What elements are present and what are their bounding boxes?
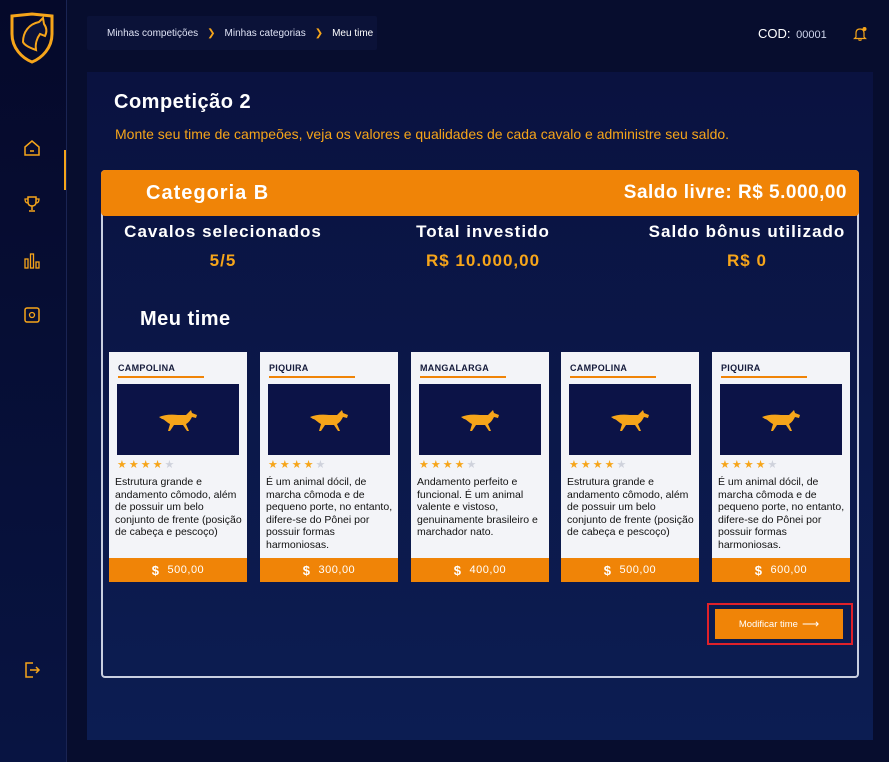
page-title: Competição 2 <box>114 91 252 113</box>
horse-description: É um animal dócil, de marcha cômoda e de… <box>266 476 393 551</box>
main-content: Competição 2 Monte seu time de campeões,… <box>87 72 873 740</box>
horse-breed: PIQUIRA <box>721 363 761 373</box>
horse-breed: PIQUIRA <box>269 363 309 373</box>
category-title: Categoria B <box>146 181 270 204</box>
modify-team-button[interactable]: Modificar time ⟶ <box>715 609 843 639</box>
horse-card[interactable]: PIQUIRA ★★★★★ É um animal dócil, de marc… <box>712 352 850 582</box>
price-currency: $ <box>603 562 612 578</box>
price-value: 500,00 <box>167 564 205 576</box>
price-currency: $ <box>453 562 462 578</box>
cod-value: 00001 <box>796 29 827 41</box>
bell-icon[interactable] <box>852 26 868 42</box>
stat-cavalos-selecionados: Cavalos selecionados 5/5 <box>113 222 333 271</box>
horse-breed: CAMPOLINA <box>570 363 628 373</box>
horse-card[interactable]: CAMPOLINA ★★★★★ Estrutura grande e andam… <box>561 352 699 582</box>
breadcrumb-item-competicoes[interactable]: Minhas competições <box>107 28 198 39</box>
breed-underline <box>269 376 355 378</box>
stat-value: R$ 10.000,00 <box>425 251 541 270</box>
stat-value: R$ 0 <box>727 251 767 270</box>
breadcrumb-item-current: Meu time <box>332 27 374 39</box>
horse-price: $ 400,00 <box>411 558 549 582</box>
horse-breed: CAMPOLINA <box>118 363 176 373</box>
horse-card[interactable]: MANGALARGA ★★★★★ Andamento perfeito e fu… <box>411 352 549 582</box>
price-currency: $ <box>754 562 763 578</box>
breed-underline <box>420 376 506 378</box>
trophy-icon[interactable] <box>22 194 42 214</box>
stat-label: Cavalos selecionados <box>124 222 322 241</box>
rating-stars: ★★★★★ <box>117 459 177 471</box>
cod-label: COD: <box>758 26 791 41</box>
stat-total-investido: Total investido R$ 10.000,00 <box>393 222 573 271</box>
page-subtitle: Monte seu time de campeões, veja os valo… <box>115 126 730 142</box>
stat-saldo-bonus: Saldo bônus utilizado R$ 0 <box>635 222 859 271</box>
price-currency: $ <box>302 562 311 578</box>
horse-image <box>117 384 239 455</box>
horse-price: $ 500,00 <box>561 558 699 582</box>
horse-description: Estrutura grande e andamento cômodo, alé… <box>115 476 242 538</box>
breadcrumb: Minhas competições ❯ Minhas categorias ❯… <box>87 16 377 50</box>
team-title: Meu time <box>140 308 231 330</box>
price-currency: $ <box>151 562 160 578</box>
rating-stars: ★★★★★ <box>419 459 479 471</box>
rating-stars: ★★★★★ <box>268 459 328 471</box>
horse-price: $ 500,00 <box>109 558 247 582</box>
chevron-right-icon: ❯ <box>207 27 216 39</box>
horse-image <box>720 384 842 455</box>
horse-description: Andamento perfeito e funcional. É um ani… <box>417 476 538 538</box>
price-value: 600,00 <box>770 564 808 576</box>
rating-stars: ★★★★★ <box>720 459 780 471</box>
horse-image <box>419 384 541 455</box>
horse-breed: MANGALARGA <box>420 363 489 373</box>
modify-team-label: Modificar time <box>738 618 798 630</box>
horse-icon <box>762 409 800 431</box>
breadcrumb-item-categorias[interactable]: Minhas categorias <box>225 28 306 39</box>
price-value: 300,00 <box>318 564 356 576</box>
horse-description: É um animal dócil, de marcha cômoda e de… <box>718 476 845 551</box>
horse-icon <box>310 409 348 431</box>
stat-value: 5/5 <box>209 251 237 270</box>
chevron-right-icon: ❯ <box>314 27 324 39</box>
horse-image <box>268 384 390 455</box>
horse-price: $ 600,00 <box>712 558 850 582</box>
price-value: 500,00 <box>619 564 657 576</box>
category-header: Categoria B Saldo livre: R$ 5.000,00 <box>101 170 859 216</box>
sidebar <box>0 0 67 762</box>
breed-underline <box>721 376 807 378</box>
stat-label: Total investido <box>416 222 550 241</box>
stat-label: Saldo bônus utilizado <box>648 222 846 241</box>
horse-icon <box>611 409 649 431</box>
horse-description: Estrutura grande e andamento cômodo, alé… <box>567 476 694 538</box>
saldo-livre: Saldo livre: R$ 5.000,00 <box>623 182 847 203</box>
horse-icon <box>159 409 197 431</box>
safe-icon[interactable] <box>22 305 42 325</box>
breed-underline <box>570 376 656 378</box>
price-value: 400,00 <box>469 564 507 576</box>
rating-stars: ★★★★★ <box>569 459 629 471</box>
horse-price: $ 300,00 <box>260 558 398 582</box>
horse-card[interactable]: CAMPOLINA ★★★★★ Estrutura grande e andam… <box>109 352 247 582</box>
breed-underline <box>118 376 204 378</box>
horse-shield-logo[interactable] <box>9 12 55 64</box>
horse-icon <box>461 409 499 431</box>
team-panel: Categoria B Saldo livre: R$ 5.000,00 Cav… <box>101 170 859 678</box>
logout-icon[interactable] <box>22 660 42 680</box>
bar-chart-icon[interactable] <box>22 251 42 271</box>
home-icon[interactable] <box>22 138 42 158</box>
active-nav-indicator <box>64 150 66 190</box>
horse-card[interactable]: PIQUIRA ★★★★★ É um animal dócil, de marc… <box>260 352 398 582</box>
cod-display: COD: 00001 <box>758 26 827 41</box>
arrow-right-icon: ⟶ <box>801 617 820 631</box>
horse-image <box>569 384 691 455</box>
